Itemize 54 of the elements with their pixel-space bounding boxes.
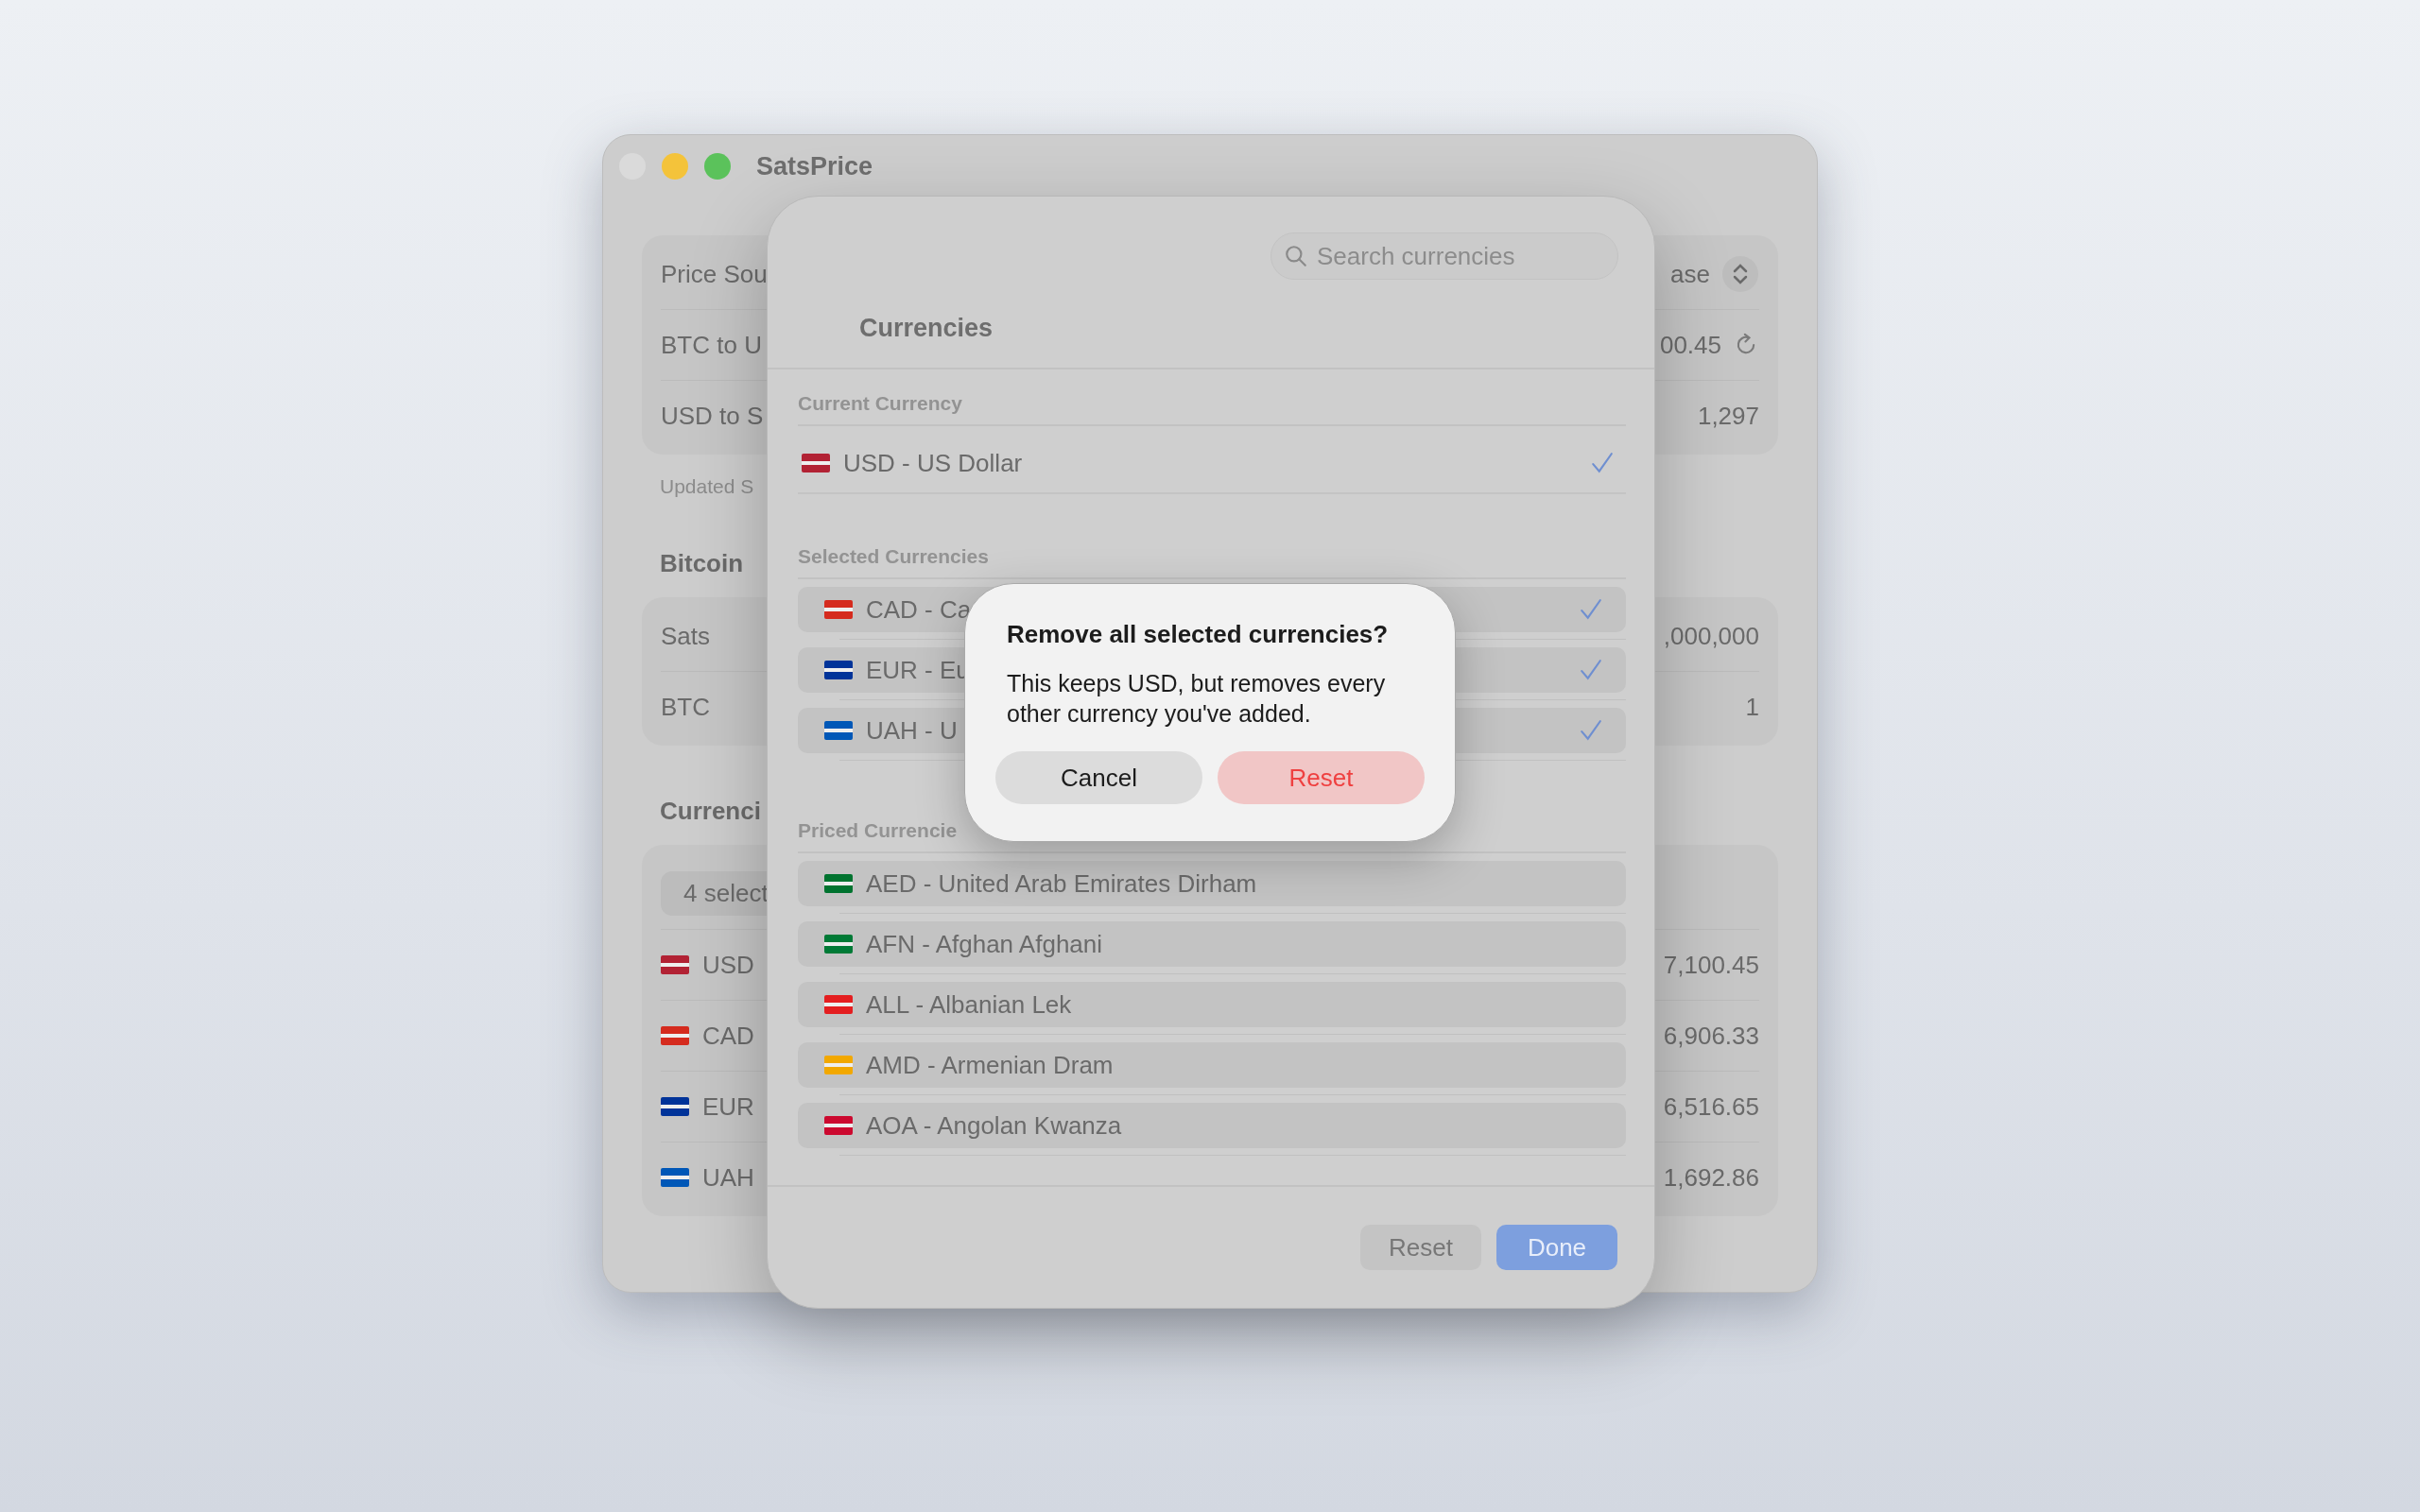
currency-label: AFN - Afghan Afghani [866,929,1103,959]
currency-value: 6,906.33 [1663,1021,1759,1051]
reset-button[interactable]: Reset [1218,751,1425,804]
row-value: 1,297 [1697,401,1759,431]
stepper-icon[interactable] [1721,255,1759,293]
currency-code: USD [702,950,754,980]
row-value: ,000,000 [1663,621,1759,651]
checkmark-icon [1579,658,1603,682]
currency-label: AOA - Angolan Kwanza [866,1110,1122,1141]
section-title: Currenci [660,797,762,826]
currency-value: 1,692.86 [1663,1162,1759,1193]
alert-title: Remove all selected currencies? [1007,620,1390,649]
cancel-button[interactable]: Cancel [995,751,1202,804]
row-label: USD to S [661,401,764,431]
currency-label: USD - US Dollar [843,448,1023,478]
checkmark-icon [1579,597,1603,622]
section-header: Priced Currencie [798,818,958,843]
alert-message: This keeps USD, but removes every other currency you've added. [1007,669,1387,729]
currency-value: 6,516.65 [1663,1091,1759,1122]
currency-label: AED - United Arab Emirates Dirham [866,868,1257,899]
currency-label: UAH - U [866,715,958,746]
row-value: 00.45 [1659,330,1721,360]
currency-row[interactable]: USD - US Dollar [798,434,1626,494]
row-label: Sats [661,621,711,651]
done-button[interactable]: Done [1496,1225,1617,1270]
window-title: SatsPrice [756,151,873,181]
currency-value: 7,100.45 [1663,950,1759,980]
currency-code: UAH [702,1162,754,1193]
row-label: Price Sou [661,259,768,289]
minimize-button[interactable] [662,153,688,180]
search-icon [1284,244,1308,268]
reset-button[interactable]: Reset [1360,1225,1481,1270]
row-value: 1 [1745,692,1759,722]
row-label: BTC [661,692,710,722]
currency-label: ALL - Albanian Lek [866,989,1072,1020]
search-field[interactable]: Search currencies [1270,232,1618,280]
currency-row[interactable]: AMD - Armenian Dram [798,1042,1626,1088]
row-label: BTC to U [661,330,762,360]
currency-row[interactable]: ALL - Albanian Lek [798,982,1626,1027]
checkmark-icon [1579,718,1603,743]
currency-row[interactable]: AED - United Arab Emirates Dirham [798,861,1626,906]
section-title: Bitcoin [660,549,745,578]
currency-row[interactable]: AFN - Afghan Afghani [798,921,1626,967]
currency-row[interactable]: AOA - Angolan Kwanza [798,1103,1626,1148]
currency-code: EUR [702,1091,754,1122]
checkmark-icon [1590,451,1615,475]
currency-label: AMD - Armenian Dram [866,1050,1114,1080]
updated-note: Updated S [660,475,754,498]
section-header: Selected Currencies [798,544,989,569]
zoom-button[interactable] [704,153,731,180]
sheet-title: Currencies [859,314,994,343]
row-value: ase [1670,259,1710,289]
section-header: Current Currency [798,391,962,416]
currency-code: CAD [702,1021,754,1051]
